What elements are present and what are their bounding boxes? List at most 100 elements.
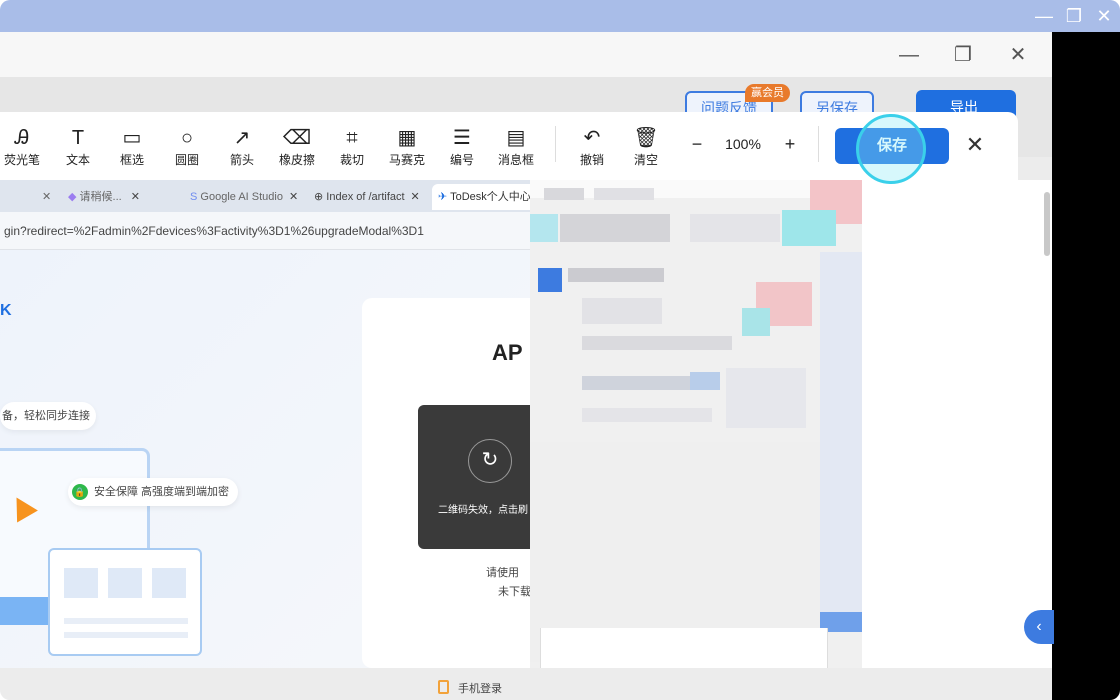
- highlighter-icon: Ꭿ: [14, 127, 30, 149]
- minimize-icon[interactable]: —: [896, 42, 922, 68]
- numbering-tool[interactable]: ☰ 编号: [440, 126, 484, 172]
- clear-button[interactable]: 🗑 清空: [624, 126, 668, 172]
- browser-tab[interactable]: S Google AI Studio ✕: [190, 184, 308, 210]
- tool-label: 框选: [119, 153, 144, 167]
- zoom-out-button[interactable]: −: [688, 132, 706, 156]
- download-hint: 未下载: [498, 586, 531, 598]
- crop-icon: ⌗: [346, 127, 358, 149]
- dark-side-panel: [1052, 32, 1120, 700]
- phone-login-link[interactable]: 手机登录: [458, 680, 502, 696]
- mosaic-block: [820, 252, 862, 612]
- browser-tab-active[interactable]: ✈ ToDesk个人中心: [432, 184, 540, 210]
- mosaic-region: [530, 172, 862, 668]
- sync-caption: 备，轻松同步连接: [0, 402, 96, 430]
- annotation-toolbar: Ꭿ 荧光笔 T 文本 ▭ 框选 ○ 圆圈 ↗ 箭头 ⌫ 橡皮擦 ⌗ 裁切 ▦ 马赛克 ☰ 编号 ▤…: [0, 112, 1018, 184]
- mosaic-block: [582, 408, 712, 422]
- restore-icon[interactable]: ❐: [950, 42, 976, 68]
- use-instruction: 请使用: [486, 567, 519, 579]
- highlighter-tool[interactable]: Ꭿ 荧光笔: [0, 126, 44, 172]
- mosaic-block: [544, 188, 584, 200]
- rectangle-icon: ▭: [122, 127, 142, 149]
- eraser-icon: ⌫: [282, 127, 312, 149]
- numbered-list-icon: ☰: [453, 127, 471, 149]
- toolbar-divider: [555, 126, 556, 162]
- captured-screenshot: ✕ ◆ 请稍候... ✕ S Google AI Studio ✕ ⊕ Index…: [0, 172, 1052, 695]
- lock-icon: 🔒: [72, 484, 88, 500]
- tool-label: 消息框: [497, 153, 534, 167]
- mosaic-icon: ▦: [397, 127, 417, 149]
- click-highlight-ring: [856, 114, 926, 184]
- qr-expired-text: 二维码失效，点击刷: [438, 505, 528, 516]
- illustration-block: [108, 568, 142, 598]
- browser-tab-strip: ✕ ◆ 请稍候... ✕ S Google AI Studio ✕ ⊕ Index…: [0, 180, 540, 212]
- restore-icon[interactable]: ❐: [1062, 4, 1086, 28]
- qr-code-expired[interactable]: ↻ 二维码失效，点击刷: [418, 405, 540, 549]
- undo-button[interactable]: ↶ 撤销: [570, 126, 614, 172]
- mosaic-tool[interactable]: ▦ 马赛克: [385, 126, 429, 172]
- tool-label: 荧光笔: [3, 153, 40, 167]
- illustration-bar: [0, 597, 48, 625]
- text-icon: T: [71, 127, 85, 149]
- mosaic-block: [582, 376, 692, 390]
- login-card: AP ↻ 二维码失效，点击刷 请使用 未下载 手机登录: [362, 298, 540, 695]
- arrow-tool[interactable]: ↗ 箭头: [220, 126, 264, 172]
- vip-badge: 赢会员: [745, 84, 790, 102]
- mosaic-block: [782, 210, 836, 246]
- mosaic-block: [690, 214, 780, 242]
- eraser-tool[interactable]: ⌫ 橡皮擦: [275, 126, 319, 172]
- mosaic-block: [568, 268, 664, 282]
- circle-icon: ○: [180, 127, 194, 149]
- close-icon[interactable]: ✕: [1092, 4, 1116, 28]
- phone-icon: [438, 680, 449, 694]
- logo-fragment: K: [0, 302, 12, 319]
- illustration-block: [64, 568, 98, 598]
- tool-label: 编号: [449, 153, 474, 167]
- mosaic-block: [742, 308, 770, 336]
- undo-label: 撤销: [579, 153, 604, 167]
- tool-label: 裁切: [339, 153, 364, 167]
- browser-tab[interactable]: ◆ 请稍候... ✕: [68, 184, 180, 210]
- right-blank-area: [862, 180, 1052, 668]
- inner-title-bar: — ❐ ✕: [0, 32, 1052, 77]
- security-caption: 🔒 安全保障 高强度端到端加密: [68, 478, 238, 506]
- illustration-block: [152, 568, 186, 598]
- mosaic-block: [530, 214, 558, 242]
- crop-tool[interactable]: ⌗ 裁切: [330, 126, 374, 172]
- mosaic-block: [582, 336, 732, 350]
- tool-label: 圆圈: [174, 153, 199, 167]
- message-icon: ▤: [506, 127, 526, 149]
- circle-tool[interactable]: ○ 圆圈: [165, 126, 209, 172]
- undo-icon: ↶: [583, 127, 601, 149]
- rectangle-tool[interactable]: ▭ 框选: [110, 126, 154, 172]
- mosaic-block: [582, 298, 662, 324]
- refresh-icon[interactable]: ↻: [468, 439, 512, 483]
- mosaic-block: [594, 188, 654, 200]
- message-box-tool[interactable]: ▤ 消息框: [494, 126, 538, 172]
- mosaic-block: [560, 214, 670, 242]
- app-root: — ❐ ✕ — ❐ ✕ 问题反馈 另保存 赢会员 导出 ✕ ◆ 请稍候... ✕…: [0, 0, 1120, 700]
- browser-tab[interactable]: ⊕ Index of /artifact ✕: [314, 184, 426, 210]
- text-tool[interactable]: T 文本: [56, 126, 100, 172]
- address-bar[interactable]: gin?redirect=%2Fadmin%2Fdevices%3Factivi…: [0, 212, 540, 250]
- security-text: 安全保障 高强度端到端加密: [94, 486, 230, 498]
- close-icon[interactable]: ✕: [962, 132, 988, 158]
- illustration-line: [64, 632, 188, 638]
- tool-label: 马赛克: [388, 153, 425, 167]
- minimize-icon[interactable]: —: [1032, 4, 1056, 28]
- arrow-icon: ↗: [233, 127, 251, 149]
- tab-close-icon[interactable]: ✕: [42, 184, 51, 210]
- tool-label: 文本: [65, 153, 90, 167]
- illustration-line: [64, 618, 188, 624]
- tool-label: 橡皮擦: [278, 153, 315, 167]
- close-icon[interactable]: ✕: [1005, 42, 1031, 68]
- clear-label: 清空: [633, 153, 658, 167]
- card-title: AP: [492, 340, 523, 365]
- outer-title-bar: — ❐ ✕: [0, 0, 1120, 32]
- scrollbar-thumb[interactable]: [1044, 192, 1050, 256]
- zoom-in-button[interactable]: +: [780, 132, 800, 156]
- device-illustration-small: [48, 548, 202, 656]
- collapse-panel-button[interactable]: ‹: [1024, 610, 1054, 644]
- trash-icon: 🗑: [633, 127, 659, 149]
- mosaic-block: [726, 368, 806, 428]
- tool-label: 箭头: [229, 153, 254, 167]
